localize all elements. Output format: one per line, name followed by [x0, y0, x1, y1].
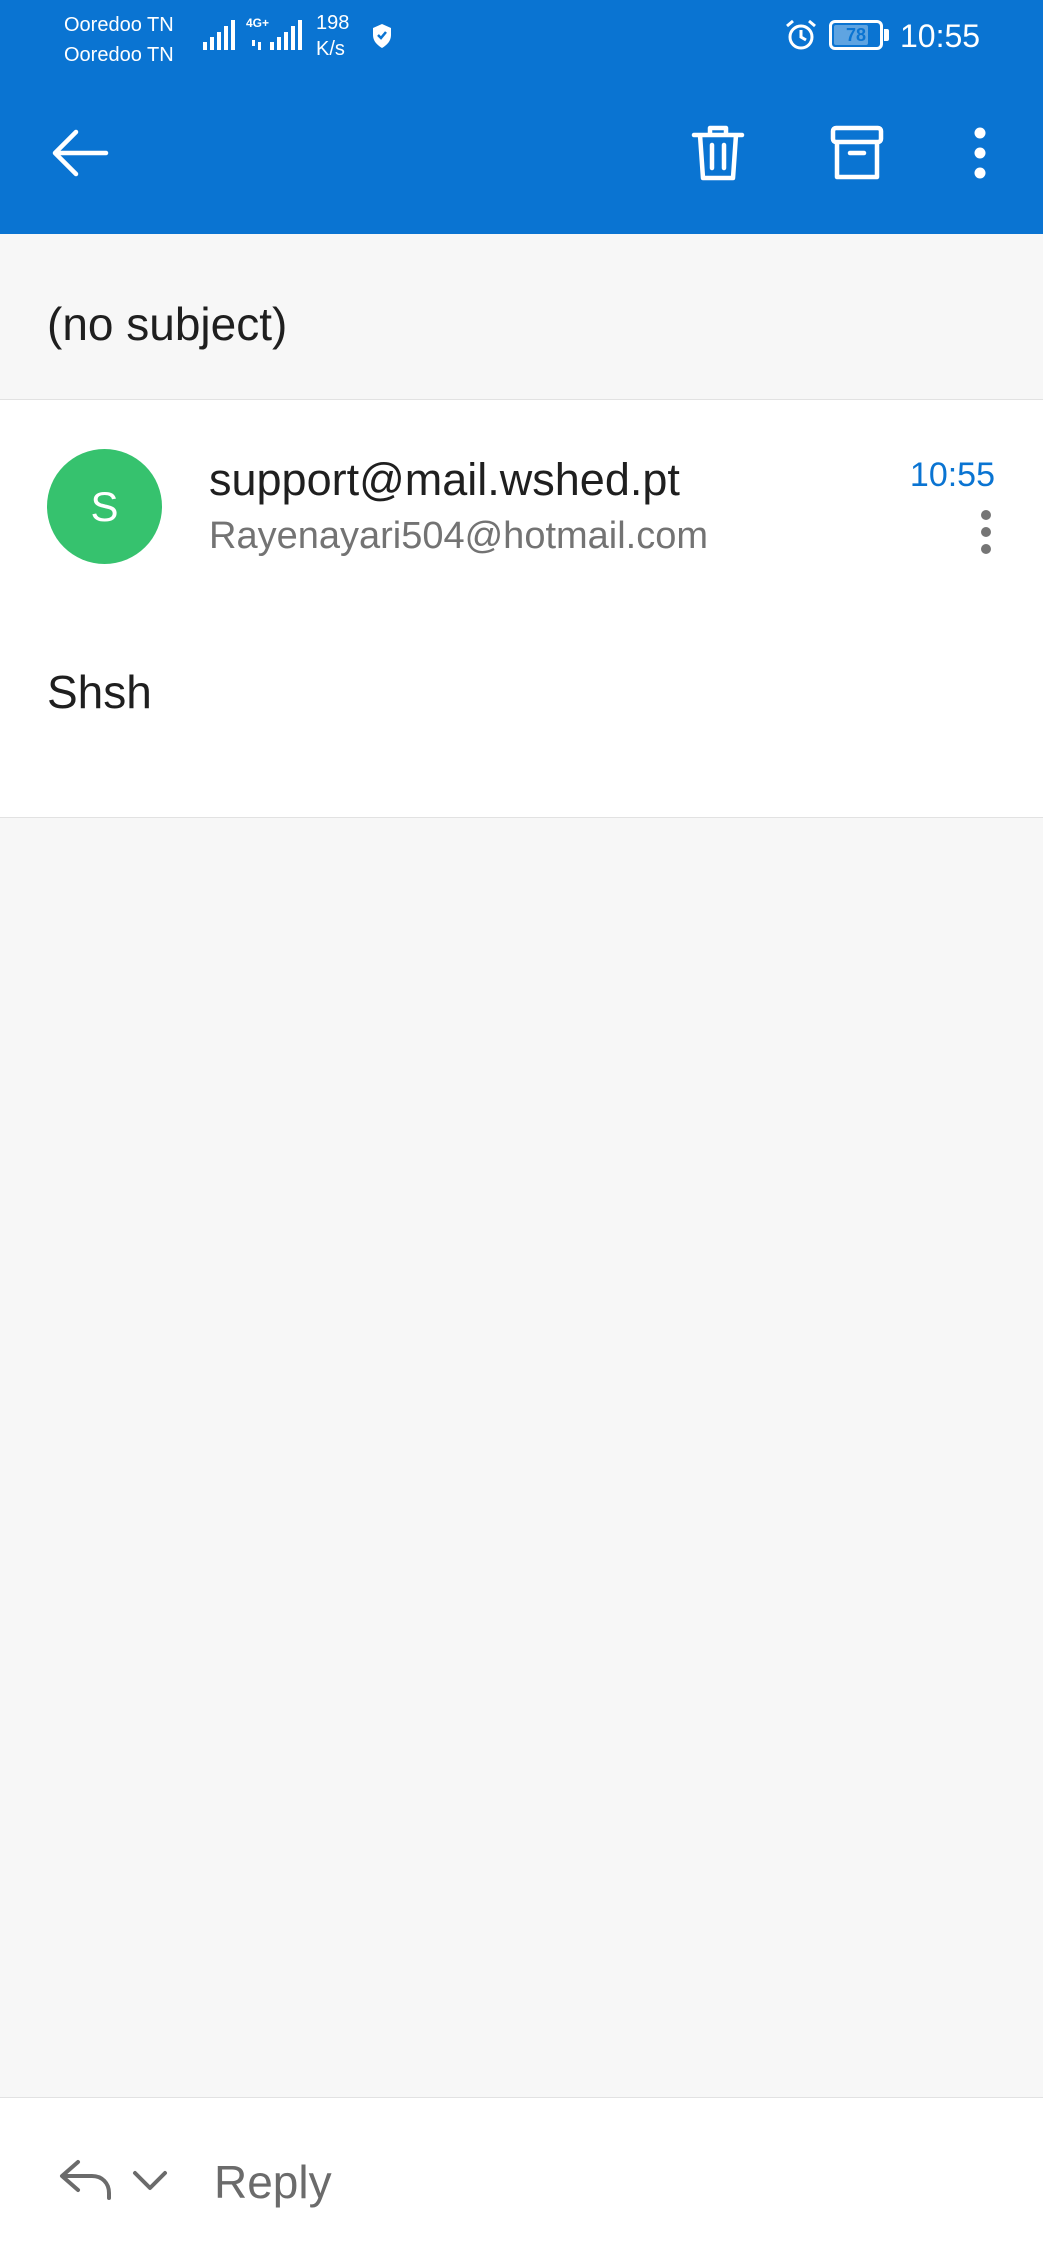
app-header: Ooredoo TN Ooredoo TN 4G+ 198 K/s 78 10:… — [0, 0, 1043, 234]
archive-button[interactable] — [817, 113, 897, 193]
battery-icon: 78 — [829, 20, 883, 50]
speed-value: 198 — [316, 12, 350, 34]
alarm-icon — [786, 19, 816, 50]
recipient-address: Rayenayari504@hotmail.com — [209, 515, 709, 557]
message-more-button[interactable] — [960, 500, 1012, 564]
more-vertical-icon — [974, 127, 986, 179]
battery-cap — [884, 29, 889, 41]
reply-icon — [60, 2160, 111, 2200]
carrier-1: Ooredoo TN — [64, 14, 174, 36]
reply-bar: Reply — [0, 2097, 1043, 2260]
more-options-button[interactable] — [940, 113, 1020, 193]
trash-icon — [691, 125, 745, 181]
more-vertical-icon — [981, 510, 991, 554]
message-time: 10:55 — [909, 456, 995, 494]
reply-button[interactable]: Reply — [50, 2128, 370, 2228]
reply-label: Reply — [214, 2156, 332, 2208]
message-card: S support@mail.wshed.pt Rayenayari504@ho… — [0, 400, 1043, 818]
sender-address[interactable]: support@mail.wshed.pt — [209, 452, 680, 508]
carrier-2: Ooredoo TN — [64, 44, 174, 66]
network-speed: 198 K/s — [316, 10, 349, 62]
speed-unit: K/s — [316, 38, 345, 60]
message-body: Shsh — [47, 666, 152, 718]
signal-icon — [203, 20, 235, 50]
back-button[interactable] — [40, 113, 120, 193]
chevron-down-icon[interactable] — [132, 2170, 168, 2192]
status-clock: 10:55 — [900, 18, 981, 54]
status-bar: Ooredoo TN Ooredoo TN 4G+ 198 K/s 78 10:… — [0, 0, 1043, 75]
shield-icon — [373, 24, 391, 48]
subject-header: (no subject) — [0, 234, 1043, 400]
archive-icon — [830, 125, 884, 180]
signal-icon — [252, 20, 302, 50]
delete-button[interactable] — [678, 113, 758, 193]
back-arrow-icon — [52, 129, 109, 177]
email-subject: (no subject) — [47, 298, 288, 350]
battery-level: 78 — [845, 25, 867, 45]
sender-avatar[interactable]: S — [47, 449, 162, 564]
carrier-info: Ooredoo TN Ooredoo TN — [64, 10, 174, 70]
